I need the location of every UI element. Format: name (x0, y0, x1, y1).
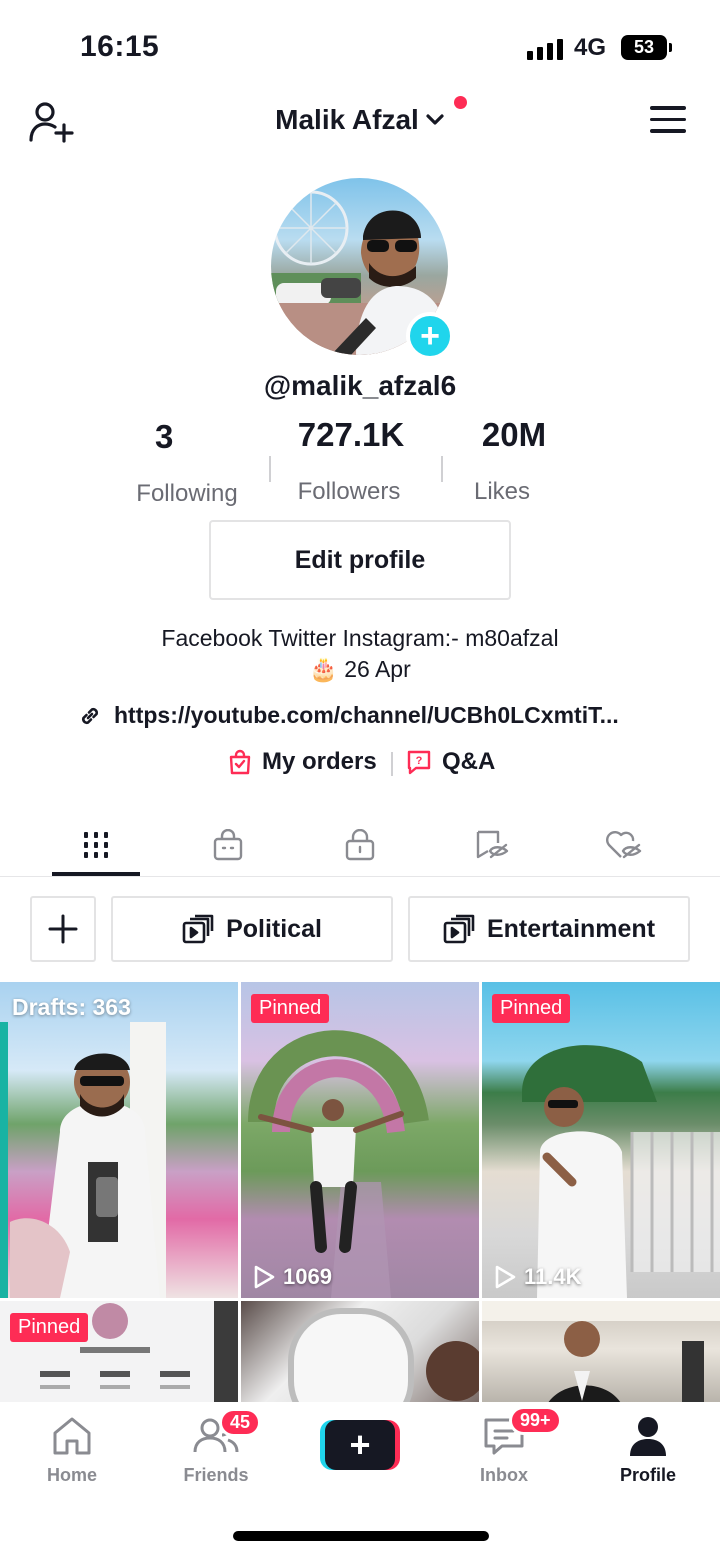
stat-likes-value: 20M (481, 416, 547, 453)
edit-profile-button[interactable]: Edit profile (209, 520, 511, 600)
lock-icon (345, 829, 375, 861)
video-thumbnail[interactable]: Pinned (0, 1301, 238, 1402)
home-icon (53, 1417, 91, 1455)
stat-following[interactable]: 3 Following (107, 418, 267, 508)
playlist-label: Entertainment (486, 914, 656, 943)
inbox-badge: 99+ (509, 1406, 562, 1435)
signal-icon (527, 38, 563, 60)
battery-icon: 53 (621, 35, 672, 60)
qa-button[interactable]: ? Q&A (406, 748, 495, 776)
header-username-text: Malik Afzal (275, 104, 419, 135)
video-thumbnail[interactable] (241, 1301, 479, 1402)
hidden-heart-icon (606, 831, 642, 859)
hidden-bookmark-icon (476, 830, 509, 859)
pinned-badge: Pinned (251, 994, 330, 1023)
video-thumbnail[interactable] (482, 1301, 720, 1402)
home-indicator (233, 1531, 489, 1541)
tab-reposts[interactable] (448, 815, 536, 875)
playlist-label: Political (226, 914, 322, 943)
nav-profile[interactable]: Profile (598, 1416, 698, 1486)
video-thumbnail[interactable]: Pinned 11.4K (482, 982, 720, 1298)
profile-link[interactable]: https://youtube.com/channel/UCBh0LCxmtiT… (78, 702, 619, 729)
stat-followers-label: Followers (297, 478, 401, 505)
tab-private[interactable] (316, 815, 404, 875)
tab-liked[interactable] (580, 815, 668, 875)
my-orders-button[interactable]: My orders (228, 748, 377, 776)
bio-line: Facebook Twitter Instagram:- m80afzal (161, 625, 559, 651)
network-type: 4G (574, 34, 607, 61)
bio-birthday: 🎂 26 Apr (309, 656, 411, 682)
stat-followers-value: 727.1K (297, 416, 405, 453)
menu-icon[interactable] (650, 106, 686, 136)
stat-following-value: 3 (155, 418, 174, 455)
add-story-button[interactable]: + (406, 312, 454, 360)
svg-text:?: ? (416, 755, 423, 767)
nav-inbox-label: Inbox (480, 1465, 528, 1485)
create-button[interactable]: + (320, 1420, 400, 1470)
profile-handle: @malik_afzal6 (263, 370, 457, 401)
chevron-down-icon (426, 114, 444, 125)
my-orders-label: My orders (262, 748, 377, 775)
plus-icon: + (325, 1420, 395, 1470)
play-icon (495, 1265, 516, 1289)
stat-likes-label: Likes (473, 478, 531, 505)
pinned-badge: Pinned (10, 1313, 89, 1342)
view-count-value: 11.4K (524, 1264, 582, 1289)
friends-badge: 45 (219, 1408, 262, 1437)
shop-bag-icon (213, 829, 243, 861)
playlist-political[interactable]: Political (111, 896, 393, 962)
playlist-entertainment[interactable]: Entertainment (408, 896, 690, 962)
pinned-badge: Pinned (492, 994, 571, 1023)
nav-home-label: Home (46, 1465, 97, 1485)
tab-videos[interactable] (52, 815, 140, 876)
playlist-icon (443, 914, 475, 944)
add-playlist-button[interactable] (30, 896, 96, 962)
video-grid: Drafts: 363 Pinned 1069 Pinned 11.4K Pin… (0, 982, 720, 1402)
view-count-value: 1069 (283, 1264, 332, 1289)
grid-icon (84, 832, 108, 858)
nav-friends-label: Friends (183, 1465, 249, 1485)
nav-home[interactable]: Home (22, 1416, 122, 1486)
question-bubble-icon: ? (407, 750, 431, 775)
video-thumbnail[interactable]: Pinned 1069 (241, 982, 479, 1298)
stat-followers[interactable]: 727.1K Followers (272, 416, 452, 506)
nav-friends[interactable]: Friends 45 (166, 1408, 266, 1486)
video-thumbnail-draft[interactable]: Drafts: 363 (0, 982, 238, 1298)
shopping-bag-icon (229, 749, 251, 775)
profile-icon (630, 1417, 666, 1456)
view-count: 1069 (253, 1264, 332, 1290)
view-count: 11.4K (494, 1264, 582, 1290)
status-bar: 16:15 4G 53 (0, 0, 720, 90)
stat-likes[interactable]: 20M Likes (452, 416, 552, 506)
stat-following-label: Following (136, 480, 238, 507)
tab-shop[interactable] (184, 815, 272, 875)
nav-inbox[interactable]: Inbox 99+ (454, 1406, 562, 1486)
header-username[interactable]: Malik Afzal (0, 96, 720, 136)
profile-link-text: https://youtube.com/channel/UCBh0LCxmtiT… (114, 702, 619, 728)
status-time: 16:15 (80, 30, 160, 63)
divider (391, 752, 393, 776)
nav-profile-label: Profile (619, 1465, 676, 1485)
drafts-label: Drafts: 363 (12, 994, 131, 1020)
plus-icon (48, 914, 78, 944)
notification-dot (453, 96, 467, 109)
qa-label: Q&A (442, 748, 496, 775)
content-tabs (0, 815, 720, 877)
playlist-icon (182, 914, 214, 944)
link-icon (81, 707, 99, 724)
stat-divider (441, 456, 443, 482)
play-icon (254, 1265, 275, 1289)
